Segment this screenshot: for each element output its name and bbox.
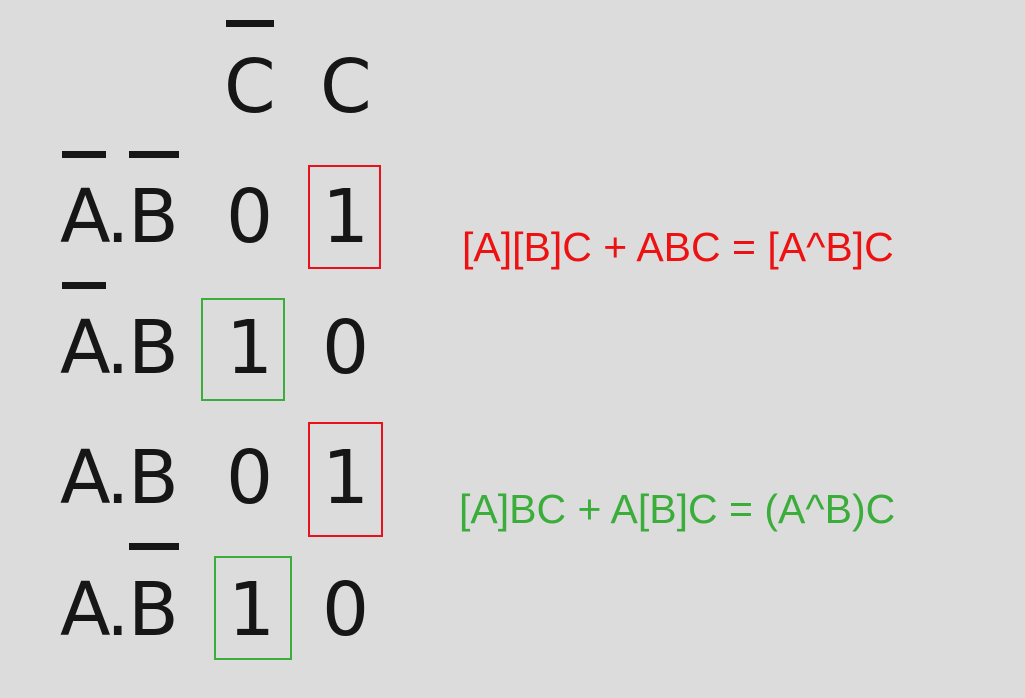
row1-dot: . <box>106 174 130 260</box>
row1-b-overbar <box>129 151 179 158</box>
row4-b-overbar <box>129 543 179 550</box>
header-c: C <box>320 44 372 130</box>
row3-dot: . <box>106 435 130 521</box>
row3-c-cell: 1 <box>322 435 370 521</box>
row4-var-a: A <box>60 567 111 653</box>
row1-a-overbar <box>62 151 106 158</box>
row1-c-cell: 1 <box>322 174 370 260</box>
row1-not-c-cell: 0 <box>226 174 274 260</box>
row3-var-a: A <box>60 435 111 521</box>
row1-var-b: B <box>128 174 179 260</box>
not-c-overbar <box>226 20 274 27</box>
row2-c-cell: 0 <box>322 305 370 391</box>
row2-var-a: A <box>60 305 111 391</box>
row4-c-cell: 0 <box>322 567 370 653</box>
row2-dot: . <box>106 305 130 391</box>
row4-not-c-cell: 1 <box>228 567 276 653</box>
row2-var-b: B <box>128 305 179 391</box>
row3-var-b: B <box>128 435 179 521</box>
row1-var-a: A <box>60 174 111 260</box>
row4-dot: . <box>106 567 130 653</box>
row4-var-b: B <box>128 567 179 653</box>
row3-not-c-cell: 0 <box>226 435 274 521</box>
green-group-formula: [A]BC + A[B]C = (A^B)C <box>459 486 896 532</box>
row2-a-overbar <box>62 282 106 289</box>
red-group-formula: [A][B]C + ABC = [A^B]C <box>462 224 894 270</box>
header-not-c: C <box>224 44 276 130</box>
row2-not-c-cell: 1 <box>226 305 274 391</box>
